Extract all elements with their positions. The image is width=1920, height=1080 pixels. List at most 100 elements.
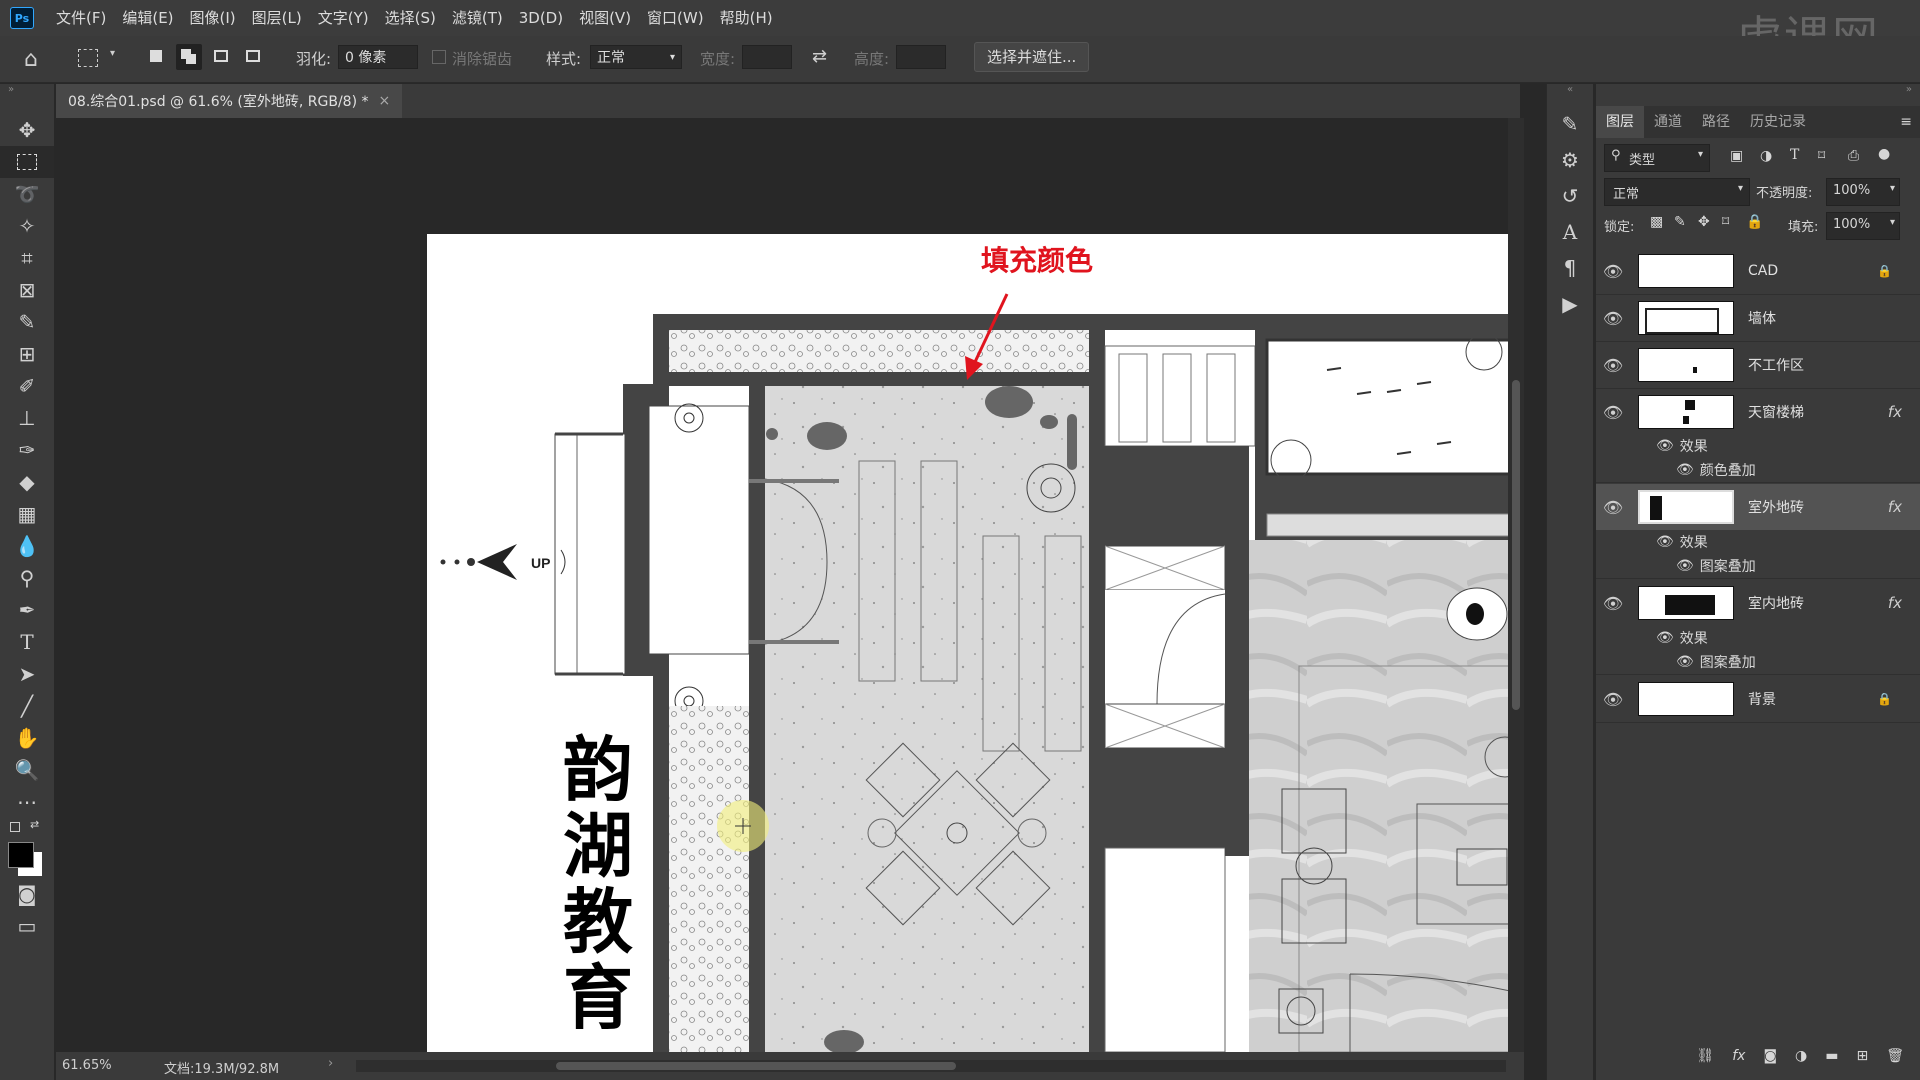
antialias-checkbox[interactable] [432,50,446,64]
layer-row-indoor-tiles[interactable]: 👁 室内地砖 fx [1596,580,1920,626]
adjustment-filter-icon[interactable]: ◑ [1760,148,1772,164]
history-icon[interactable]: ↺ [1547,178,1593,214]
layer-row-walls[interactable]: 👁 墙体 [1596,295,1920,342]
eye-icon[interactable]: 👁 [1596,309,1630,328]
line-tool-icon[interactable]: ╱ [0,690,54,722]
panel-menu-icon[interactable]: ≡ [1900,106,1920,138]
smart-object-filter-icon[interactable]: ⎙ [1848,148,1859,164]
layer-row-cad[interactable]: 👁 CAD 🔒 [1596,248,1920,295]
layer-row-inactive-area[interactable]: 👁 不工作区 [1596,342,1920,389]
eye-icon[interactable]: 👁 [1596,356,1630,375]
feather-input[interactable]: 0 像素 [338,45,418,69]
vertical-scrollbar[interactable] [1508,118,1524,1052]
paragraph-icon[interactable]: ¶ [1547,250,1593,286]
lock-artboard-icon[interactable]: ⌑ [1722,214,1729,230]
chevron-down-icon[interactable]: ▾ [110,48,115,59]
menu-layer[interactable]: 图层(L) [244,0,310,36]
lock-position-icon[interactable]: ✥ [1698,214,1710,230]
foreground-color-swatch[interactable] [8,842,34,868]
eraser-tool-icon[interactable]: ◆ [0,466,54,498]
magic-wand-icon[interactable]: ✧ [0,210,54,242]
color-swatches[interactable]: ⇄ [0,818,54,878]
tab-paths[interactable]: 路径 [1692,106,1740,138]
eye-icon[interactable]: 👁 [1656,630,1674,646]
layer-row-skylight-stairs[interactable]: 👁 天窗楼梯 fx [1596,389,1920,435]
eye-icon[interactable]: 👁 [1656,534,1674,550]
eye-icon[interactable]: 👁 [1596,690,1630,709]
blend-mode-select[interactable]: 正常 ▾ [1604,178,1750,206]
link-layers-icon[interactable]: ⛓ [1696,1048,1714,1064]
add-to-selection-button[interactable] [176,44,202,70]
layer-filter-select[interactable]: ⚲ 类型 ▾ [1604,144,1710,172]
layer-effect-color-overlay[interactable]: 👁 颜色叠加 [1596,458,1920,483]
actions-play-icon[interactable]: ▶ [1547,286,1593,322]
brush-settings-icon[interactable]: ✎ [1547,106,1593,142]
lock-image-icon[interactable]: ✎ [1674,214,1686,230]
stamp-tool-icon[interactable]: ⊥ [0,402,54,434]
width-input[interactable] [742,45,792,69]
adjustment-layer-icon[interactable]: ◑ [1795,1048,1807,1064]
menu-image[interactable]: 图像(I) [182,0,244,36]
tab-layers[interactable]: 图层 [1596,106,1644,138]
height-input[interactable] [896,45,946,69]
delete-layer-icon[interactable]: 🗑 [1886,1048,1904,1064]
subtract-selection-icon[interactable] [214,50,228,62]
menu-window[interactable]: 窗口(W) [639,0,712,36]
rectangular-marquee-icon[interactable] [0,146,54,178]
history-brush-icon[interactable]: ✑ [0,434,54,466]
collapse-icon[interactable]: » [0,84,54,114]
horizontal-scrollbar-thumb[interactable] [556,1062,956,1070]
tab-history[interactable]: 历史记录 [1740,106,1816,138]
eye-icon[interactable]: 👁 [1676,462,1694,478]
eye-icon[interactable]: 👁 [1596,498,1630,517]
fx-icon[interactable]: fx [1888,498,1902,516]
brush-tool-icon[interactable]: ✐ [0,370,54,402]
vertical-scrollbar-thumb[interactable] [1512,380,1520,710]
document-tab[interactable]: 08.综合01.psd @ 61.6% (室外地砖, RGB/8) * × [56,84,403,118]
menu-3d[interactable]: 3D(D) [511,0,571,36]
layer-effects-row[interactable]: 👁 效果 [1596,626,1920,650]
add-mask-icon[interactable]: ◙ [1763,1048,1777,1064]
document-canvas[interactable]: UP 填充颜色 韵 湖 教 育 [427,234,1524,1052]
fill-input[interactable]: 100% ▾ [1826,212,1900,240]
adjustments-icon[interactable]: ⚙ [1547,142,1593,178]
eye-icon[interactable]: 👁 [1676,654,1694,670]
pixel-filter-icon[interactable]: ▣ [1730,148,1743,164]
layer-row-outdoor-tiles[interactable]: 👁 室外地砖 fx [1596,484,1920,530]
horizontal-scrollbar[interactable] [356,1060,1506,1072]
fx-icon[interactable]: fx [1888,594,1902,612]
style-select[interactable]: 正常 ▾ [590,45,682,69]
menu-select[interactable]: 选择(S) [377,0,444,36]
marquee-tool-icon[interactable] [78,49,98,67]
frame-tool-icon[interactable]: ⊠ [0,274,54,306]
fx-icon[interactable]: fx [1888,403,1902,421]
quick-mask-icon[interactable]: ◙ [0,878,54,910]
swap-icon[interactable]: ⇄ [812,46,827,67]
eye-icon[interactable]: 👁 [1656,438,1674,454]
move-tool-icon[interactable]: ✥ [0,114,54,146]
gradient-tool-icon[interactable]: ▦ [0,498,54,530]
more-tools-icon[interactable]: ⋯ [0,786,54,818]
chevron-right-icon[interactable]: › [328,1056,333,1071]
menu-file[interactable]: 文件(F) [48,0,114,36]
default-colors-icon[interactable] [10,822,20,832]
layer-effect-pattern-overlay[interactable]: 👁 图案叠加 [1596,650,1920,675]
eye-icon[interactable]: 👁 [1596,403,1630,422]
lasso-tool-icon[interactable]: ➰ [0,178,54,210]
screen-mode-icon[interactable]: ▭ [0,910,54,942]
layer-effects-row[interactable]: 👁 效果 [1596,434,1920,458]
zoom-level[interactable]: 61.65% [62,1058,112,1073]
layer-effects-row[interactable]: 👁 效果 [1596,530,1920,554]
character-icon[interactable]: A [1547,214,1593,250]
eyedropper-icon[interactable]: ✎ [0,306,54,338]
eye-icon[interactable]: 👁 [1596,594,1630,613]
eye-icon[interactable]: 👁 [1676,558,1694,574]
menu-edit[interactable]: 编辑(E) [114,0,181,36]
shape-filter-icon[interactable]: ⌑ [1818,148,1825,164]
new-layer-icon[interactable]: ⊞ [1856,1048,1868,1064]
collapse-icon[interactable]: » [1596,84,1920,106]
dodge-tool-icon[interactable]: ⚲ [0,562,54,594]
collapse-icon[interactable]: « [1547,84,1593,106]
lock-all-icon[interactable]: 🔒 [1746,214,1763,230]
blur-tool-icon[interactable]: 💧 [0,530,54,562]
